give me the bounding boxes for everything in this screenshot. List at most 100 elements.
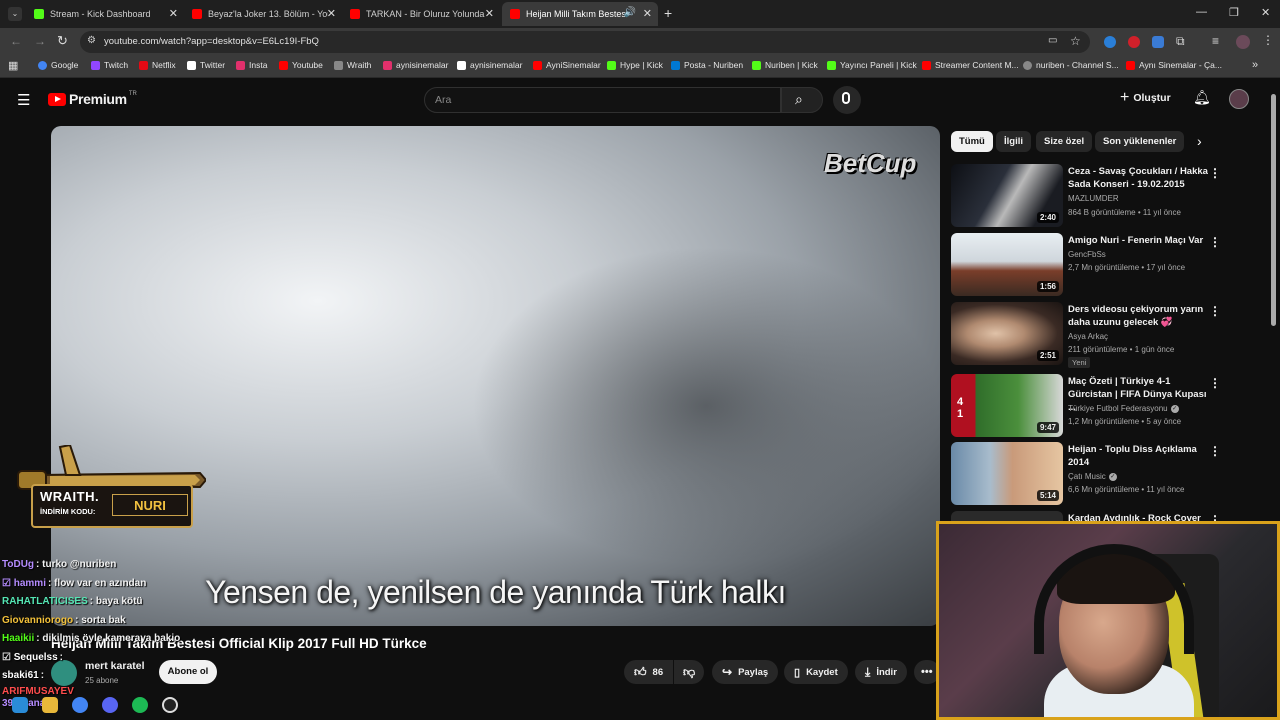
youtube-logo[interactable]: Premium TR bbox=[48, 91, 137, 107]
chip-all[interactable]: Tümü bbox=[951, 131, 993, 152]
bookmark-twitch[interactable]: Twitch bbox=[91, 60, 128, 70]
bookmark-insta[interactable]: Insta bbox=[236, 60, 267, 70]
bookmark-youtube[interactable]: Youtube bbox=[279, 60, 323, 70]
bookmark-yayinci-paneli[interactable]: Yayıncı Paneli | Kick bbox=[827, 60, 917, 70]
speaker-icon[interactable]: 🔊 bbox=[624, 7, 636, 18]
bookmark-wraith[interactable]: Wraith bbox=[334, 60, 371, 70]
share-button[interactable]: ↪ Paylaş bbox=[712, 660, 779, 684]
recommendation-title[interactable]: Ceza - Savaş Çocukları / Hakka Sada Kons… bbox=[1068, 165, 1208, 191]
maximize-button[interactable]: ❐ bbox=[1229, 6, 1239, 19]
media-control-icon[interactable]: ≡ bbox=[1212, 34, 1219, 48]
video-thumbnail[interactable]: 1:56 bbox=[951, 233, 1063, 296]
obs-icon[interactable] bbox=[162, 697, 178, 713]
save-button[interactable]: ▯ Kaydet bbox=[784, 660, 848, 684]
tab-heijan-active[interactable]: Heijan Milli Takım Bestesi O 🔊 ✕ bbox=[502, 2, 658, 26]
bookmark-nuriben-kick[interactable]: Nuriben | Kick bbox=[752, 60, 818, 70]
recommendation-channel-row[interactable]: Türkiye Futbol Federasyonu ✓ bbox=[1068, 404, 1179, 413]
extension-icon[interactable] bbox=[1152, 36, 1164, 48]
video-thumbnail[interactable]: 5:14 bbox=[951, 442, 1063, 505]
file-explorer-icon[interactable] bbox=[42, 697, 58, 713]
bookmark-posta[interactable]: Posta - Nuriben bbox=[671, 60, 743, 70]
recommendation-item[interactable]: 41 9:47 Maç Özeti | Türkiye 4-1 Gürcista… bbox=[951, 374, 1226, 438]
chip-for-you[interactable]: Size özel bbox=[1036, 131, 1093, 152]
video-thumbnail[interactable]: 2:40 bbox=[951, 164, 1063, 227]
bookmark-google[interactable]: Google bbox=[38, 60, 78, 70]
window-close-button[interactable]: ✕ bbox=[1261, 6, 1270, 19]
recommendation-channel-row[interactable]: Çatı Music ✓ bbox=[1068, 472, 1117, 481]
discord-icon[interactable] bbox=[102, 697, 118, 713]
bookmark-star-icon[interactable]: ☆ bbox=[1070, 34, 1081, 48]
recommendation-channel[interactable]: Asya Arkaç bbox=[1068, 332, 1108, 341]
download-button[interactable]: ⤓ İndir bbox=[855, 660, 907, 684]
recommendation-channel[interactable]: Çatı Music bbox=[1068, 472, 1106, 481]
chevron-right-icon[interactable]: › bbox=[1197, 133, 1202, 149]
apps-grid-icon[interactable]: ▦ bbox=[8, 59, 18, 72]
tab-beyazla-joker[interactable]: Beyaz'la Joker 13. Bölüm - YouT ✕ bbox=[184, 2, 342, 26]
more-vertical-icon[interactable]: ⋮ bbox=[1209, 304, 1221, 318]
browser-menu-icon[interactable]: ⋮ bbox=[1262, 33, 1274, 47]
recommendation-item[interactable]: 1:56 Amigo Nuri - Fenerin Maçı Var GencF… bbox=[951, 233, 1226, 297]
account-avatar[interactable] bbox=[1229, 89, 1249, 109]
more-vertical-icon[interactable]: ⋮ bbox=[1209, 235, 1221, 249]
spotify-icon[interactable] bbox=[132, 697, 148, 713]
like-button[interactable]: 👍︎ 86 bbox=[624, 660, 673, 684]
tab-kick-dashboard[interactable]: Stream - Kick Dashboard ✕ bbox=[26, 2, 184, 26]
site-info-icon[interactable]: ⚙ bbox=[87, 35, 96, 46]
search-button[interactable]: ⌕ bbox=[781, 87, 823, 113]
windows-start-icon[interactable] bbox=[12, 697, 28, 713]
chip-related[interactable]: İlgili bbox=[996, 131, 1031, 152]
dislike-button[interactable]: 👎︎ bbox=[674, 660, 704, 684]
minimize-button[interactable]: — bbox=[1196, 6, 1207, 18]
back-icon[interactable]: ← bbox=[10, 34, 22, 48]
close-icon[interactable]: ✕ bbox=[485, 7, 494, 20]
reload-icon[interactable]: ↻ bbox=[57, 33, 68, 49]
bookmarks-overflow-icon[interactable]: » bbox=[1252, 59, 1258, 71]
bookmark-ayni-sinemalar[interactable]: Aynı Sinemalar - Ça... bbox=[1126, 60, 1222, 70]
forward-icon[interactable]: → bbox=[34, 34, 46, 48]
recommendation-title[interactable]: Amigo Nuri - Fenerin Maçı Var bbox=[1068, 234, 1208, 247]
close-icon[interactable]: ✕ bbox=[643, 7, 652, 20]
bookmark-aynisinemalar-yt[interactable]: AyniSinemalar bbox=[533, 60, 601, 70]
create-button[interactable]: + Oluştur bbox=[1120, 90, 1171, 106]
bookmark-streamer-content[interactable]: Streamer Content M... bbox=[922, 60, 1019, 70]
recommendation-channel[interactable]: Türkiye Futbol Federasyonu bbox=[1068, 404, 1168, 413]
cast-icon[interactable]: ▭ bbox=[1048, 35, 1057, 46]
more-vertical-icon[interactable]: ⋮ bbox=[1209, 376, 1221, 390]
extension-icon[interactable] bbox=[1104, 36, 1116, 48]
notifications-bell-icon[interactable]: 🔔︎ bbox=[1193, 89, 1211, 106]
new-tab-button[interactable]: + bbox=[664, 5, 672, 21]
close-icon[interactable]: ✕ bbox=[169, 7, 178, 20]
bookmark-twitter[interactable]: Twitter bbox=[187, 60, 225, 70]
bookmark-hype-kick[interactable]: Hype | Kick bbox=[607, 60, 663, 70]
recommendation-title[interactable]: Heijan - Toplu Diss Açıklama 2014 bbox=[1068, 443, 1208, 469]
puzzle-icon[interactable]: ⧉ bbox=[1176, 34, 1185, 49]
tab-search-icon[interactable]: ⌄ bbox=[8, 7, 22, 21]
tab-tarkan[interactable]: TARKAN - Bir Oluruz Yolunda (O ✕ bbox=[342, 2, 500, 26]
address-bar[interactable]: ⚙ youtube.com/watch?app=desktop&v=E6Lc19… bbox=[80, 31, 1090, 53]
close-icon[interactable]: ✕ bbox=[327, 7, 336, 20]
page-scrollbar[interactable] bbox=[1271, 94, 1276, 326]
recommendation-title[interactable]: Ders videosu çekiyorum yarın daha uzunu … bbox=[1068, 303, 1208, 329]
bookmark-channel-s[interactable]: nuriben - Channel S... bbox=[1023, 60, 1119, 70]
chat-line: RAHATLATICISES: baya kötü bbox=[2, 596, 143, 607]
chrome-icon[interactable] bbox=[72, 697, 88, 713]
search-input[interactable]: Ara bbox=[424, 87, 781, 113]
chip-recently-uploaded[interactable]: Son yüklenenler bbox=[1095, 131, 1185, 152]
video-thumbnail[interactable]: 41 9:47 bbox=[951, 374, 1063, 437]
video-thumbnail[interactable]: 2:51 bbox=[951, 302, 1063, 365]
bookmark-netflix[interactable]: Netflix bbox=[139, 60, 176, 70]
bookmark-aynisinemalar-insta[interactable]: aynisinemalar bbox=[383, 60, 448, 70]
profile-avatar[interactable] bbox=[1236, 35, 1250, 49]
recommendation-item[interactable]: 2:51 Ders videosu çekiyorum yarın daha u… bbox=[951, 302, 1226, 368]
recommendation-item[interactable]: 5:14 Heijan - Toplu Diss Açıklama 2014 Ç… bbox=[951, 442, 1226, 506]
extension-icon[interactable] bbox=[1128, 36, 1140, 48]
hamburger-menu-icon[interactable]: ☰ bbox=[17, 91, 30, 109]
voice-search-button[interactable] bbox=[833, 86, 861, 114]
video-player[interactable]: BetCup Yensen de, yenilsen de yanında Tü… bbox=[51, 126, 940, 626]
more-vertical-icon[interactable]: ⋮ bbox=[1209, 166, 1221, 180]
recommendation-item[interactable]: 2:40 Ceza - Savaş Çocukları / Hakka Sada… bbox=[951, 164, 1226, 228]
bookmark-aynisinemalar-x[interactable]: aynisinemalar bbox=[457, 60, 522, 70]
recommendation-channel[interactable]: GencFbSs bbox=[1068, 250, 1106, 259]
recommendation-channel[interactable]: MAZLUMDER bbox=[1068, 194, 1119, 203]
more-vertical-icon[interactable]: ⋮ bbox=[1209, 444, 1221, 458]
